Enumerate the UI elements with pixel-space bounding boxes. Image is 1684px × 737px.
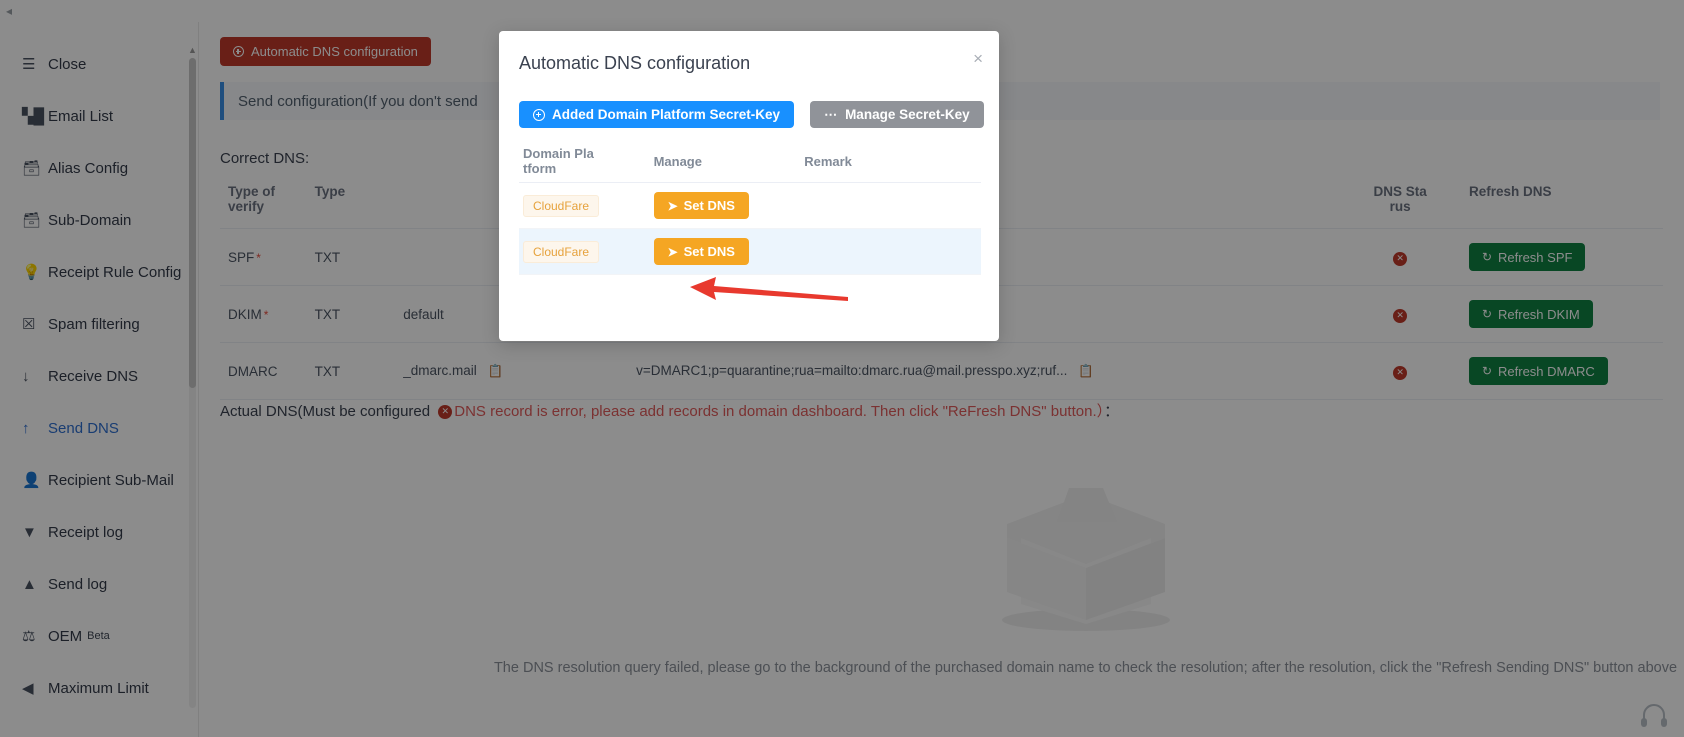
set-dns-button[interactable]: ➤ Set DNS: [653, 238, 749, 265]
ellipsis-icon: ⋯: [824, 106, 839, 122]
modal-action-buttons: Added Domain Platform Secret-Key ⋯ Manag…: [499, 101, 999, 128]
automatic-dns-configuration-modal: Automatic DNS configuration × Added Doma…: [499, 31, 999, 341]
modal-body: Added Domain Platform Secret-Key ⋯ Manag…: [499, 101, 999, 275]
added-domain-platform-secret-key-button[interactable]: Added Domain Platform Secret-Key: [519, 101, 795, 128]
cell-remark: [800, 228, 981, 275]
modal-platform-table: Domain Pla tform Manage Remark CloudFare: [519, 140, 981, 275]
cell-manage: ➤ Set DNS: [649, 228, 801, 275]
cell-platform: CloudFare: [519, 228, 650, 275]
manage-secret-key-button[interactable]: ⋯ Manage Secret-Key: [810, 101, 984, 128]
col-header-remark: Remark: [800, 140, 981, 183]
platform-tag: CloudFare: [523, 194, 600, 217]
table-row: CloudFare ➤ Set DNS: [519, 228, 981, 275]
modal-table-header-row: Domain Pla tform Manage Remark: [519, 140, 981, 183]
paper-plane-icon: ➤: [667, 244, 678, 259]
cell-remark: [800, 182, 981, 229]
cell-platform: CloudFare: [519, 182, 650, 229]
table-row: CloudFare ➤ Set DNS: [519, 182, 981, 229]
paper-plane-icon: ➤: [667, 198, 678, 213]
plus-circle-icon: [533, 108, 545, 121]
app-root: ◂ ☰ Close ▚█ Email List 🗃 Alias Config 🗃…: [0, 0, 1684, 737]
cell-manage: ➤ Set DNS: [649, 182, 801, 229]
col-header-manage: Manage: [649, 140, 801, 183]
close-icon[interactable]: ×: [973, 50, 983, 67]
modal-title: Automatic DNS configuration: [519, 53, 751, 73]
platform-tag: CloudFare: [523, 240, 600, 263]
col-header-domain-platform: Domain Pla tform: [519, 140, 650, 183]
set-dns-button[interactable]: ➤ Set DNS: [653, 192, 749, 219]
